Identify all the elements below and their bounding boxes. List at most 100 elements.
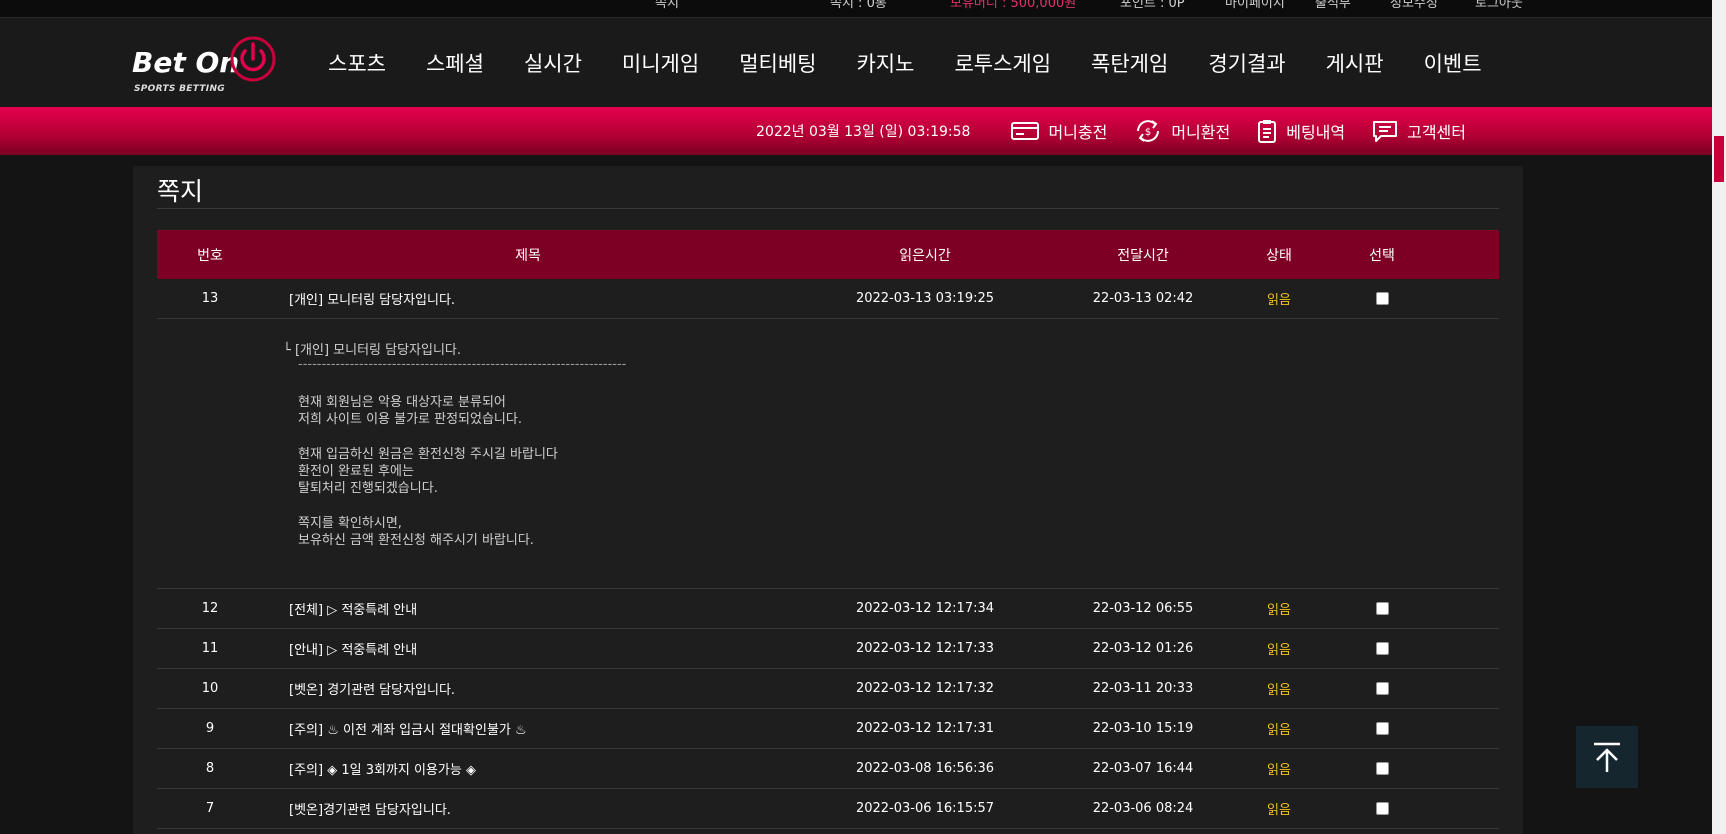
row-checkbox[interactable] [1375, 682, 1389, 695]
mypage-link[interactable]: 마이페이지 [1225, 0, 1285, 11]
table-row[interactable]: 12 [전체] ▷ 적중특례 안내 2022-03-12 12:17:34 22… [157, 589, 1499, 629]
row-title[interactable]: [전체] ▷ 적중특례 안내 [263, 599, 793, 618]
page: 쪽지 쪽지 : 0통 보유머니 : 500,000원 포인트 : 0P 마이페이… [0, 0, 1712, 834]
scrollbar-thumb[interactable] [1714, 136, 1724, 182]
title-divider [157, 208, 1499, 209]
row-read-time: 2022-03-12 12:17:31 [855, 721, 995, 736]
row-title[interactable]: [주의] ♨ 이전 계좌 입금시 절대확인불가 ♨ [263, 719, 793, 738]
message-status[interactable]: 쪽지 : 0통 [830, 0, 887, 11]
table-row[interactable]: 13 [개인] 모니터링 담당자입니다. 2022-03-13 03:19:25… [157, 279, 1499, 319]
row-status: 읽음 [1267, 643, 1291, 658]
nav-board[interactable]: 게시판 [1326, 48, 1384, 78]
row-number: 12 [201, 601, 219, 616]
row-checkbox[interactable] [1375, 292, 1389, 305]
row-sent-time: 22-03-13 02:42 [1092, 291, 1194, 306]
row-read-time: 2022-03-12 12:17:34 [855, 601, 995, 616]
table-row[interactable]: 8 [주의] ◈ 1일 3회까지 이용가능 ◈ 2022-03-08 16:56… [157, 749, 1499, 789]
page-title: 쪽지 [157, 177, 204, 206]
row-number: 13 [201, 291, 219, 306]
row-status: 읽음 [1267, 683, 1291, 698]
row-checkbox[interactable] [1375, 642, 1389, 655]
row-read-time: 2022-03-06 16:15:57 [855, 801, 995, 816]
message-detail: └ [개인] 모니터링 담당자입니다. --------------------… [157, 319, 1499, 589]
col-read-time: 읽은시간 [899, 247, 951, 264]
svg-text:$: $ [1145, 127, 1151, 138]
detail-line: 보유하신 금액 환전신청 해주시기 바랍니다. [298, 533, 534, 548]
nav-lotus[interactable]: 로투스게임 [954, 48, 1051, 78]
table-row[interactable]: 11 [안내] ▷ 적중특례 안내 2022-03-12 12:17:33 22… [157, 629, 1499, 669]
card-icon [1011, 122, 1040, 140]
col-select: 선택 [1369, 247, 1395, 264]
balance-display: 보유머니 : 500,000원 [950, 0, 1077, 11]
sub-bar: 2022년 03월 13일 (일) 03:19:58 머니충전 $ 머니환전 베… [0, 107, 1712, 155]
row-number: 7 [205, 801, 215, 816]
table-header: 번호 제목 읽은시간 전달시간 상태 선택 [157, 230, 1499, 279]
nav-bomb[interactable]: 폭탄게임 [1091, 48, 1168, 78]
message-table: 번호 제목 읽은시간 전달시간 상태 선택 13 [개인] 모니터링 담당자입니… [157, 230, 1499, 829]
clipboard-icon [1258, 120, 1277, 143]
deposit-link[interactable]: 머니충전 [1010, 119, 1107, 143]
row-number: 8 [205, 761, 215, 776]
row-number: 11 [201, 641, 219, 656]
withdraw-link[interactable]: $ 머니환전 [1133, 118, 1230, 144]
chat-icon [1373, 121, 1398, 142]
nav-sports[interactable]: 스포츠 [328, 48, 386, 78]
message-count-link[interactable]: 쪽지 [655, 0, 679, 11]
row-sent-time: 22-03-12 06:55 [1092, 601, 1194, 616]
scrollbar[interactable] [1712, 0, 1726, 834]
detail-divider: ----------------------------------------… [298, 357, 627, 372]
attendance-link[interactable]: 출석부 [1315, 0, 1351, 11]
row-checkbox[interactable] [1375, 762, 1389, 775]
logo-subtitle: SPORTS BETTING [134, 84, 225, 94]
row-title[interactable]: [벳온] 경기관련 담당자입니다. [263, 679, 793, 698]
row-read-time: 2022-03-13 03:19:25 [855, 291, 995, 306]
profile-edit-link[interactable]: 정보수정 [1390, 0, 1438, 11]
row-checkbox[interactable] [1375, 602, 1389, 615]
row-status: 읽음 [1267, 293, 1291, 308]
nav-minigame[interactable]: 미니게임 [622, 48, 699, 78]
detail-line: 탈퇴처리 진행되겠습니다. [298, 481, 438, 496]
row-title[interactable]: [개인] 모니터링 담당자입니다. [263, 289, 793, 308]
main-nav: 스포츠 스페셜 실시간 미니게임 멀티베팅 카지노 로투스게임 폭탄게임 경기결… [328, 18, 1522, 107]
row-read-time: 2022-03-12 12:17:32 [855, 681, 995, 696]
row-sent-time: 22-03-11 20:33 [1092, 681, 1194, 696]
withdraw-label: 머니환전 [1171, 123, 1231, 142]
row-status: 읽음 [1267, 763, 1291, 778]
row-checkbox[interactable] [1375, 722, 1389, 735]
table-row[interactable]: 9 [주의] ♨ 이전 계좌 입금시 절대확인불가 ♨ 2022-03-12 1… [157, 709, 1499, 749]
logo[interactable]: Bet On SPORTS BETTING [132, 30, 282, 102]
row-read-time: 2022-03-08 16:56:36 [855, 761, 995, 776]
support-link[interactable]: 고객센터 [1371, 118, 1466, 144]
nav-special[interactable]: 스페셜 [426, 48, 484, 78]
row-title[interactable]: [주의] ◈ 1일 3회까지 이용가능 ◈ [263, 759, 793, 778]
table-row[interactable]: 7 [벳온]경기관련 담당자입니다. 2022-03-06 16:15:57 2… [157, 789, 1499, 829]
bet-history-label: 베팅내역 [1286, 123, 1346, 142]
nav-casino[interactable]: 카지노 [856, 48, 914, 78]
row-number: 10 [201, 681, 219, 696]
site-header: Bet On SPORTS BETTING 스포츠 스페셜 실시간 미니게임 멀… [0, 18, 1712, 107]
row-sent-time: 22-03-12 01:26 [1092, 641, 1194, 656]
row-status: 읽음 [1267, 723, 1291, 738]
scroll-to-top-button[interactable] [1576, 726, 1638, 788]
bet-history-link[interactable]: 베팅내역 [1256, 118, 1345, 144]
logo-text: Bet On [132, 46, 240, 79]
nav-multibet[interactable]: 멀티베팅 [739, 48, 816, 78]
row-title[interactable]: [안내] ▷ 적중특례 안내 [263, 639, 793, 658]
col-title: 제목 [515, 247, 541, 264]
current-datetime: 2022년 03월 13일 (일) 03:19:58 [756, 124, 971, 140]
nav-event[interactable]: 이벤트 [1424, 48, 1482, 78]
nav-results[interactable]: 경기결과 [1208, 48, 1285, 78]
row-number: 9 [205, 721, 215, 736]
nav-live[interactable]: 실시간 [524, 48, 582, 78]
top-user-strip: 쪽지 쪽지 : 0통 보유머니 : 500,000원 포인트 : 0P 마이페이… [0, 0, 1712, 18]
row-checkbox[interactable] [1375, 802, 1389, 815]
row-status: 읽음 [1267, 603, 1291, 618]
row-title[interactable]: [벳온]경기관련 담당자입니다. [263, 799, 793, 818]
support-label: 고객센터 [1407, 123, 1466, 142]
col-number: 번호 [197, 247, 223, 264]
row-sent-time: 22-03-10 15:19 [1092, 721, 1194, 736]
logout-link[interactable]: 로그아웃 [1475, 0, 1523, 11]
row-read-time: 2022-03-12 12:17:33 [855, 641, 995, 656]
deposit-label: 머니충전 [1048, 123, 1108, 142]
table-row[interactable]: 10 [벳온] 경기관련 담당자입니다. 2022-03-12 12:17:32… [157, 669, 1499, 709]
